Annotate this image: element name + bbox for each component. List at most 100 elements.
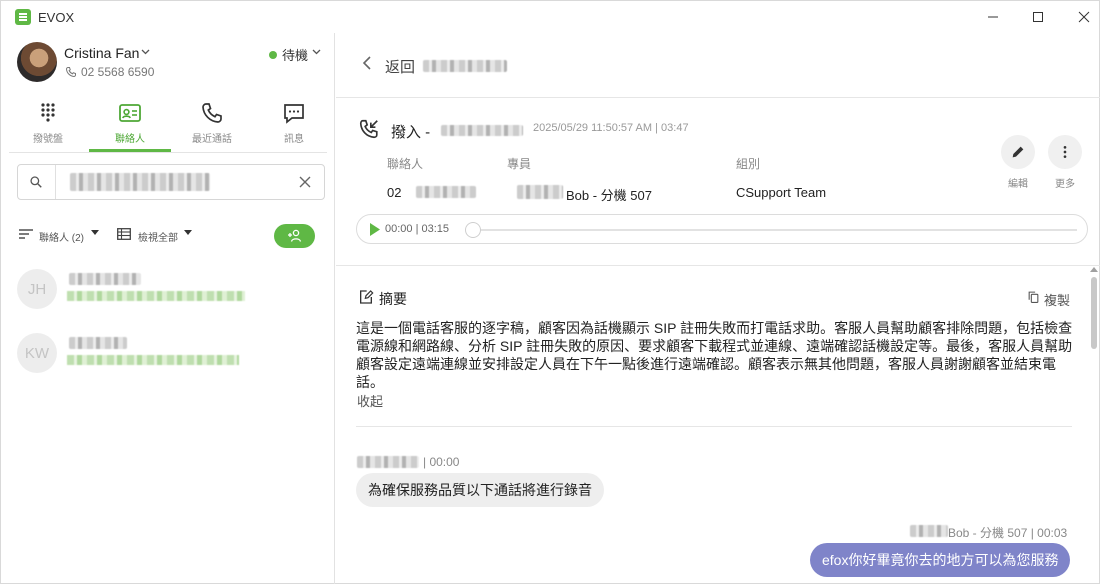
group-column-label: 組別 — [736, 157, 761, 171]
minimize-button[interactable] — [970, 1, 1016, 33]
contact-detail-redacted — [67, 355, 239, 365]
section-divider — [336, 265, 1100, 266]
close-icon — [1078, 11, 1090, 23]
more-label: 更多 — [1055, 179, 1075, 190]
note-edit-icon — [360, 290, 374, 304]
copy-button[interactable]: 複製 — [1044, 290, 1070, 309]
tab-messages[interactable]: 訊息 — [254, 95, 334, 153]
status-indicator — [269, 51, 277, 59]
caller-number-redacted — [441, 125, 523, 136]
contact-name-redacted — [423, 60, 507, 72]
message-meta: Bob - 分機 507 | 00:03 — [948, 526, 1068, 540]
message-meta: | 00:00 — [423, 455, 460, 469]
contact-number-redacted — [416, 186, 476, 198]
more-vertical-icon — [1063, 146, 1067, 158]
maximize-icon — [1033, 12, 1043, 22]
caret-down-icon[interactable] — [184, 230, 192, 236]
summary-text: 這是一個電話客服的逐字稿，顧客因為話機顯示 SIP 註冊失敗而打電話求助。客服人… — [356, 320, 1073, 390]
scrollbar-thumb[interactable] — [1091, 277, 1097, 349]
app-window: EVOX Cristina Fan 02 5568 6590 待機 撥號盤 聯絡… — [0, 0, 1100, 584]
dialpad-icon — [41, 103, 55, 122]
contact-name-redacted — [69, 337, 127, 349]
evox-logo-icon — [15, 9, 31, 25]
agent-name: Bob - 分機 507 — [566, 188, 652, 203]
nav-divider — [9, 152, 327, 153]
scroll-up-icon[interactable] — [1090, 267, 1098, 272]
tab-dialpad[interactable]: 撥號盤 — [8, 95, 88, 153]
close-window-button[interactable] — [1061, 1, 1100, 33]
group-name: CSupport Team — [736, 185, 827, 200]
playback-track[interactable] — [469, 229, 1077, 231]
contact-detail-redacted — [67, 291, 245, 301]
player-time: 00:00 | 03:15 — [385, 223, 450, 235]
header-divider — [336, 97, 1100, 98]
contacts-filter-dropdown[interactable]: 聯絡人 (2) — [39, 229, 84, 244]
edit-button[interactable] — [1001, 135, 1035, 169]
edit-label: 編輯 — [1008, 179, 1028, 190]
status-dropdown[interactable]: 待機 — [282, 45, 308, 64]
search-icon — [30, 176, 42, 188]
play-icon[interactable] — [369, 223, 380, 236]
main-nav: 撥號盤 聯絡人 最近通話 訊息 — [1, 95, 335, 153]
contact-list-item[interactable]: KW — [17, 333, 317, 377]
playback-slider[interactable] — [465, 222, 481, 238]
more-button[interactable] — [1048, 135, 1082, 169]
contact-card-icon — [119, 104, 141, 122]
incoming-call-icon — [359, 119, 378, 139]
app-title: EVOX — [38, 10, 75, 25]
left-panel: Cristina Fan 02 5568 6590 待機 撥號盤 聯絡人 最近通… — [1, 33, 335, 584]
back-button[interactable]: 返回 — [385, 56, 415, 77]
contact-column-label: 聯絡人 — [387, 157, 424, 171]
phone-icon — [65, 67, 76, 78]
copy-icon[interactable] — [1027, 290, 1040, 304]
table-view-icon — [117, 228, 131, 240]
audio-player: 00:00 | 03:15 — [356, 214, 1088, 244]
tab-recent-calls[interactable]: 最近通話 — [172, 95, 252, 153]
phone-icon — [202, 103, 222, 123]
chevron-down-icon[interactable] — [312, 47, 321, 56]
tab-messages-label: 訊息 — [284, 134, 304, 145]
contact-avatar: KW — [17, 333, 57, 373]
contact-number-prefix: 02 — [387, 185, 402, 200]
maximize-button[interactable] — [1015, 1, 1061, 33]
agent-avatar-redacted — [517, 185, 563, 199]
tab-contacts-label: 聯絡人 — [115, 134, 145, 145]
call-detail-panel: 返回 撥入 - 2025/05/29 11:50:57 AM | 03:47 聯… — [336, 33, 1100, 584]
speaker-avatar-redacted — [910, 525, 948, 537]
back-icon[interactable] — [361, 55, 373, 71]
chevron-down-icon[interactable] — [141, 47, 150, 56]
pencil-icon — [1012, 146, 1024, 158]
add-contact-button[interactable] — [274, 224, 315, 248]
message-icon — [284, 104, 304, 124]
scrollbar[interactable] — [1089, 267, 1099, 584]
contact-filters: 聯絡人 (2) 檢視全部 — [17, 224, 317, 248]
add-user-icon — [287, 229, 301, 242]
minimize-icon — [988, 16, 998, 18]
contact-search[interactable]: redacted — [17, 164, 325, 200]
transcript-message: 為確保服務品質以下通話將進行錄音 — [356, 473, 604, 507]
user-name[interactable]: Cristina Fan — [64, 45, 139, 61]
tab-contacts[interactable]: 聯絡人 — [90, 95, 170, 153]
clear-search-icon[interactable] — [298, 175, 312, 189]
sort-icon — [19, 229, 33, 239]
contact-name-redacted — [69, 273, 141, 285]
transcript-divider — [356, 426, 1072, 427]
agent-column-label: 專員 — [507, 157, 532, 171]
tab-dialpad-label: 撥號盤 — [33, 134, 63, 145]
call-direction: 撥入 - — [391, 124, 431, 141]
summary-title: 摘要 — [379, 291, 407, 307]
search-input[interactable]: redacted — [70, 173, 210, 191]
speaker-name-redacted — [357, 456, 419, 468]
title-bar: EVOX — [1, 1, 1100, 33]
call-timestamp: 2025/05/29 11:50:57 AM | 03:47 — [533, 122, 689, 134]
user-avatar[interactable] — [17, 42, 57, 82]
contact-list-item[interactable]: JH — [17, 269, 317, 313]
search-divider — [55, 165, 56, 199]
user-phone: 02 5568 6590 — [81, 65, 155, 79]
transcript-message: efox你好畢竟你去的地方可以為您服務 — [810, 543, 1071, 577]
collapse-button[interactable]: 收起 — [357, 391, 383, 410]
tab-recent-calls-label: 最近通話 — [192, 134, 232, 145]
caret-down-icon[interactable] — [91, 230, 99, 236]
view-filter-dropdown[interactable]: 檢視全部 — [138, 229, 178, 244]
contact-avatar: JH — [17, 269, 57, 309]
